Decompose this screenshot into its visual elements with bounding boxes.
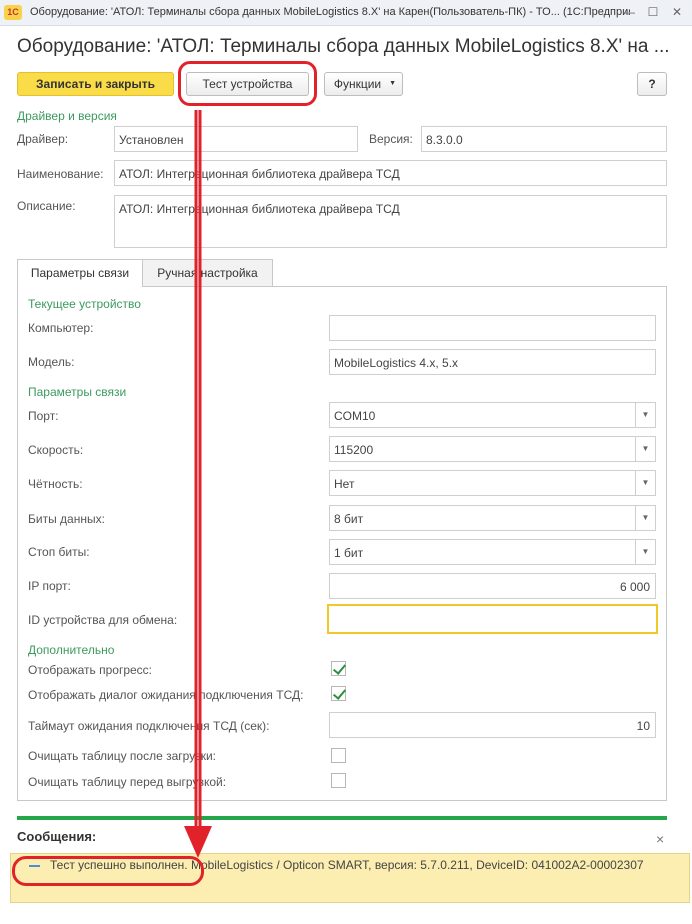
computer-label: Компьютер:: [28, 321, 94, 335]
clear-after-checkbox[interactable]: [331, 748, 346, 763]
dropdown-arrow-icon[interactable]: ▼: [635, 437, 655, 461]
parity-select[interactable]: Нет ▼: [329, 470, 656, 496]
ipport-field[interactable]: 6 000: [329, 573, 656, 599]
description-label: Описание:: [17, 199, 76, 213]
connection-section-title: Параметры связи: [28, 385, 127, 399]
stopbits-value: 1 бит: [334, 546, 364, 560]
port-select[interactable]: COM10 ▼: [329, 402, 656, 428]
driver-section-title: Драйвер и версия: [17, 109, 117, 123]
help-button[interactable]: ?: [637, 72, 667, 96]
chevron-down-icon: ▼: [389, 80, 396, 87]
deviceid-label: ID устройства для обмена:: [28, 613, 178, 627]
save-and-close-button[interactable]: Записать и закрыть: [17, 72, 174, 96]
ipport-label: IP порт:: [28, 579, 71, 593]
name-label: Наименование:: [17, 167, 104, 181]
model-label: Модель:: [28, 355, 75, 369]
timeout-label: Таймаут ожидания подключения ТСД (сек):: [28, 719, 270, 733]
functions-menu-button[interactable]: Функции ▼: [324, 72, 403, 96]
speed-select[interactable]: 115200 ▼: [329, 436, 656, 462]
parity-value: Нет: [334, 477, 355, 491]
parity-label: Чётность:: [28, 477, 83, 491]
extra-section-title: Дополнительно: [28, 643, 115, 657]
dialog-checkbox[interactable]: [331, 686, 346, 701]
tab-connection-params[interactable]: Параметры связи: [17, 259, 143, 287]
driver-field[interactable]: Установлен: [114, 126, 358, 152]
dialog-label: Отображать диалог ожидания подключения Т…: [28, 688, 304, 702]
functions-label: Функции: [333, 77, 382, 91]
speed-value: 115200: [334, 443, 374, 457]
window-titlebar: 1С Оборудование: 'АТОЛ: Терминалы сбора …: [0, 0, 692, 26]
dropdown-arrow-icon[interactable]: ▼: [635, 506, 655, 530]
speed-label: Скорость:: [28, 443, 84, 457]
model-field[interactable]: MobileLogistics 4.x, 5.x: [329, 349, 656, 375]
close-window-icon[interactable]: ✕: [668, 3, 686, 21]
app-logo-icon: 1С: [4, 5, 22, 20]
messages-header: Сообщения:: [17, 829, 97, 844]
annotation-highlight-test-button: [178, 61, 317, 106]
messages-divider: [17, 816, 667, 820]
timeout-field[interactable]: 10: [329, 712, 656, 738]
port-label: Порт:: [28, 409, 59, 423]
stopbits-label: Стоп биты:: [28, 545, 90, 559]
port-value: COM10: [334, 409, 376, 423]
maximize-icon[interactable]: ☐: [644, 3, 662, 21]
minimize-icon[interactable]: —: [620, 3, 638, 21]
clear-before-checkbox[interactable]: [331, 773, 346, 788]
annotation-arrow-icon: [184, 110, 212, 858]
version-label: Версия:: [369, 132, 413, 146]
annotation-highlight-message: [12, 856, 204, 886]
stopbits-select[interactable]: 1 бит ▼: [329, 539, 656, 565]
form-title: Оборудование: 'АТОЛ: Терминалы сбора дан…: [17, 36, 670, 57]
computer-field[interactable]: [329, 315, 656, 341]
dropdown-arrow-icon[interactable]: ▼: [635, 540, 655, 564]
driver-label: Драйвер:: [17, 132, 69, 146]
dropdown-arrow-icon[interactable]: ▼: [635, 471, 655, 495]
databits-select[interactable]: 8 бит ▼: [329, 505, 656, 531]
window-title: Оборудование: 'АТОЛ: Терминалы сбора дан…: [30, 6, 630, 18]
progress-label: Отображать прогресс:: [28, 663, 153, 677]
current-device-section-title: Текущее устройство: [28, 297, 141, 311]
close-messages-icon[interactable]: ×: [656, 831, 664, 847]
databits-label: Биты данных:: [28, 512, 105, 526]
dropdown-arrow-icon[interactable]: ▼: [635, 403, 655, 427]
version-field[interactable]: 8.3.0.0: [421, 126, 667, 152]
deviceid-field[interactable]: [327, 604, 658, 634]
progress-checkbox[interactable]: [331, 661, 346, 676]
databits-value: 8 бит: [334, 512, 364, 526]
